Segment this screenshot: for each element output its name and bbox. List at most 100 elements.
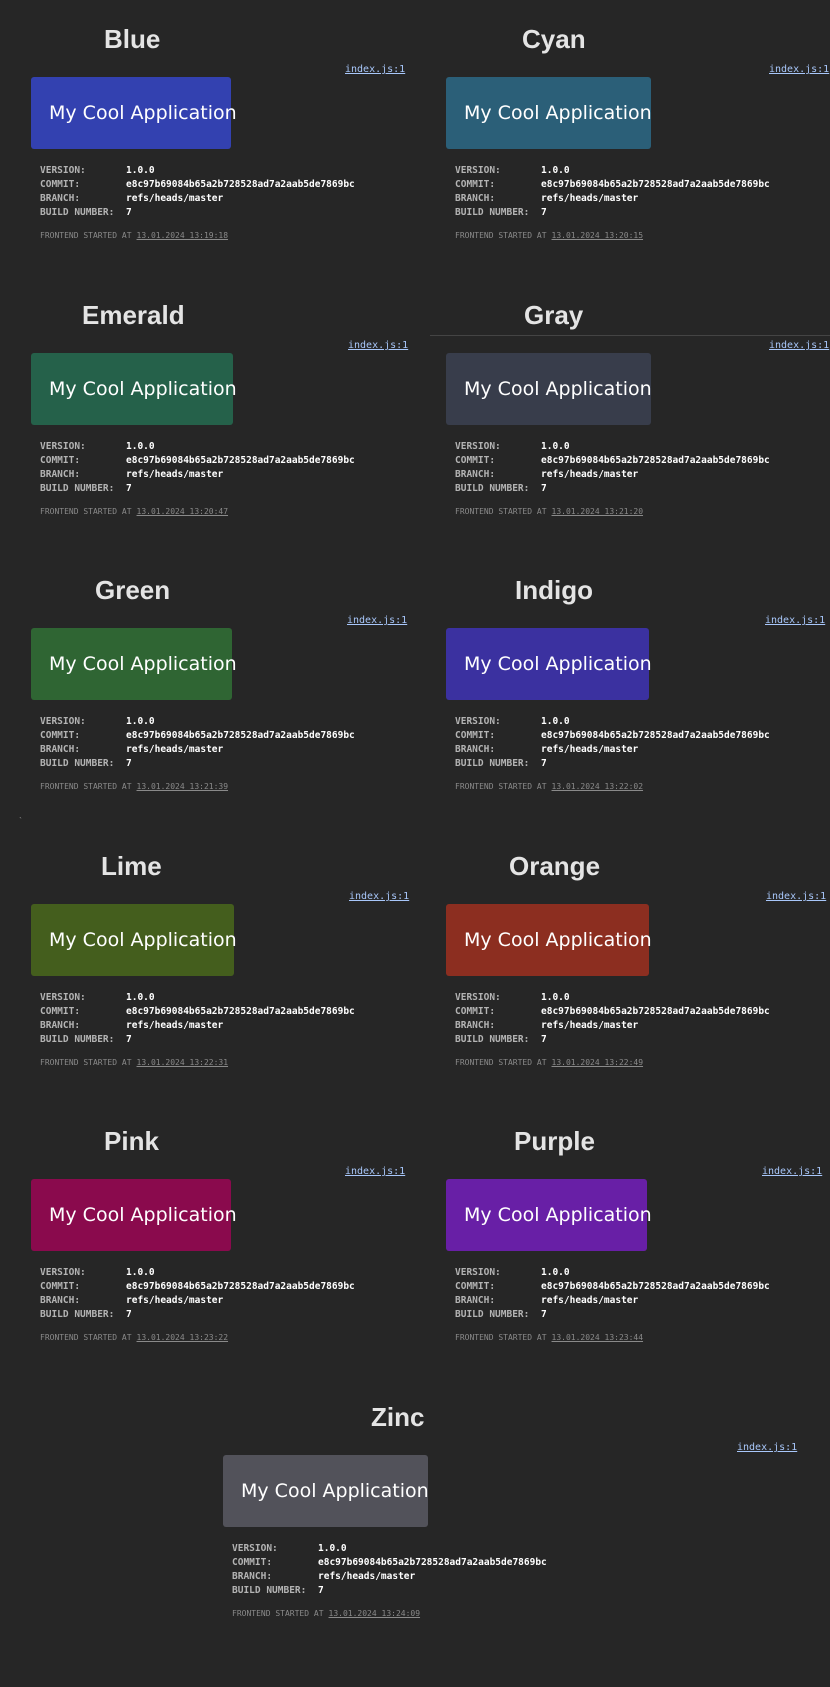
app-banner: My Cool Application [446, 628, 652, 700]
version-value: 1.0.0 [126, 441, 155, 452]
started-timestamp[interactable]: 13.01.2024 13:22:49 [552, 1058, 644, 1067]
commit-value: e8c97b69084b65a2b728528ad7a2aab5de7869bc [126, 455, 355, 466]
frontend-started: FRONTEND STARTED AT 13.01.2024 13:23:44 [455, 1333, 770, 1342]
theme-title: Pink [104, 1126, 159, 1156]
build-number-value: 7 [541, 1034, 547, 1045]
app-banner: My Cool Application [31, 77, 237, 149]
source-link[interactable]: index.js:1 [348, 340, 408, 351]
commit-label: COMMIT: [455, 455, 496, 466]
build-info: VERSION: 1.0.0 COMMIT: e8c97b69084b65a2b72… [455, 992, 770, 1067]
branch-label: BRANCH: [40, 1295, 81, 1306]
branch-label: BRANCH: [455, 193, 496, 204]
branch-value: refs/heads/master [541, 744, 639, 755]
source-link[interactable]: index.js:1 [345, 1166, 405, 1177]
commit-label: COMMIT: [455, 1006, 496, 1017]
frontend-started: FRONTEND STARTED AT 13.01.2024 13:22:02 [455, 782, 770, 791]
build-number-label: BUILD NUMBER: [40, 1309, 115, 1320]
theme-title: Gray [524, 300, 584, 330]
build-number-label: BUILD NUMBER: [40, 207, 115, 218]
source-link[interactable]: index.js:1 [737, 1442, 797, 1453]
started-timestamp[interactable]: 13.01.2024 13:23:44 [552, 1333, 644, 1342]
build-info: VERSION: 1.0.0 COMMIT: e8c97b69084b65a2b72… [455, 441, 770, 516]
build-number-label: BUILD NUMBER: [455, 207, 530, 218]
app-title: My Cool Application [49, 378, 237, 400]
build-number-label: BUILD NUMBER: [40, 483, 115, 494]
source-link[interactable]: index.js:1 [762, 1166, 822, 1177]
build-number-value: 7 [126, 1309, 132, 1320]
build-number-label: BUILD NUMBER: [232, 1585, 307, 1596]
branch-value: refs/heads/master [126, 469, 224, 480]
source-link[interactable]: index.js:1 [765, 615, 825, 626]
source-link[interactable]: index.js:1 [769, 64, 829, 75]
version-value: 1.0.0 [541, 992, 570, 1003]
theme-panel-green: Green index.js:1 My Cool Application VER… [0, 551, 415, 827]
frontend-started: FRONTEND STARTED AT 13.01.2024 13:21:39 [40, 782, 355, 791]
version-label: VERSION: [40, 992, 86, 1003]
started-timestamp[interactable]: 13.01.2024 13:21:20 [552, 507, 644, 516]
commit-value: e8c97b69084b65a2b728528ad7a2aab5de7869bc [126, 179, 355, 190]
started-label: FRONTEND STARTED AT [40, 231, 132, 240]
started-timestamp[interactable]: 13.01.2024 13:23:22 [137, 1333, 229, 1342]
theme-panel-lime: Lime index.js:1 My Cool Application VERS… [0, 827, 415, 1103]
started-label: FRONTEND STARTED AT [455, 507, 547, 516]
build-number-value: 7 [126, 1034, 132, 1045]
commit-label: COMMIT: [40, 1006, 81, 1017]
source-link[interactable]: index.js:1 [349, 891, 409, 902]
build-number-value: 7 [541, 1309, 547, 1320]
source-link[interactable]: index.js:1 [769, 340, 829, 351]
branch-value: refs/heads/master [541, 1295, 639, 1306]
started-label: FRONTEND STARTED AT [40, 1333, 132, 1342]
theme-title: Orange [509, 851, 601, 881]
version-label: VERSION: [455, 992, 501, 1003]
theme-title: Emerald [82, 300, 185, 330]
started-label: FRONTEND STARTED AT [232, 1609, 324, 1618]
branch-label: BRANCH: [455, 1295, 496, 1306]
commit-label: COMMIT: [455, 1281, 496, 1292]
started-timestamp[interactable]: 13.01.2024 13:24:09 [329, 1609, 421, 1618]
build-number-label: BUILD NUMBER: [455, 483, 530, 494]
app-banner: My Cool Application [223, 1455, 429, 1527]
started-timestamp[interactable]: 13.01.2024 13:20:47 [137, 507, 229, 516]
frontend-started: FRONTEND STARTED AT 13.01.2024 13:22:49 [455, 1058, 770, 1067]
build-info: VERSION: 1.0.0 COMMIT: e8c97b69084b65a2b72… [455, 716, 770, 791]
theme-panel-indigo: Indigo index.js:1 My Cool Application VE… [415, 551, 830, 827]
started-timestamp[interactable]: 13.01.2024 13:20:15 [552, 231, 644, 240]
version-label: VERSION: [232, 1543, 278, 1554]
app-title: My Cool Application [241, 1480, 429, 1502]
commit-value: e8c97b69084b65a2b728528ad7a2aab5de7869bc [541, 1281, 770, 1292]
version-label: VERSION: [455, 716, 501, 727]
build-info: VERSION: 1.0.0 COMMIT: e8c97b69084b65a2b72… [455, 165, 770, 240]
frontend-started: FRONTEND STARTED AT 13.01.2024 13:24:09 [232, 1609, 547, 1618]
commit-label: COMMIT: [455, 179, 496, 190]
frontend-started: FRONTEND STARTED AT 13.01.2024 13:23:22 [40, 1333, 355, 1342]
frontend-started: FRONTEND STARTED AT 13.01.2024 13:22:31 [40, 1058, 355, 1067]
branch-label: BRANCH: [40, 469, 81, 480]
app-banner: My Cool Application [446, 77, 652, 149]
app-banner: My Cool Application [31, 353, 237, 425]
source-link[interactable]: index.js:1 [347, 615, 407, 626]
started-timestamp[interactable]: 13.01.2024 13:22:02 [552, 782, 644, 791]
started-timestamp[interactable]: 13.01.2024 13:21:39 [137, 782, 229, 791]
app-banner: My Cool Application [31, 628, 237, 700]
theme-panel-cyan: Cyan index.js:1 My Cool Application VERS… [415, 0, 830, 276]
version-value: 1.0.0 [541, 716, 570, 727]
frontend-started: FRONTEND STARTED AT 13.01.2024 13:20:15 [455, 231, 770, 240]
source-link[interactable]: index.js:1 [345, 64, 405, 75]
version-value: 1.0.0 [318, 1543, 347, 1554]
source-link[interactable]: index.js:1 [766, 891, 826, 902]
commit-label: COMMIT: [40, 455, 81, 466]
theme-panel-orange: Orange index.js:1 My Cool Application VE… [415, 827, 830, 1103]
started-label: FRONTEND STARTED AT [455, 1058, 547, 1067]
started-label: FRONTEND STARTED AT [455, 1333, 547, 1342]
started-label: FRONTEND STARTED AT [455, 231, 547, 240]
version-value: 1.0.0 [126, 1267, 155, 1278]
started-label: FRONTEND STARTED AT [455, 782, 547, 791]
version-label: VERSION: [455, 1267, 501, 1278]
commit-label: COMMIT: [455, 730, 496, 741]
version-label: VERSION: [40, 165, 86, 176]
started-timestamp[interactable]: 13.01.2024 13:22:31 [137, 1058, 229, 1067]
started-timestamp[interactable]: 13.01.2024 13:19:18 [137, 231, 229, 240]
version-value: 1.0.0 [126, 992, 155, 1003]
frontend-started: FRONTEND STARTED AT 13.01.2024 13:19:18 [40, 231, 355, 240]
branch-value: refs/heads/master [126, 193, 224, 204]
